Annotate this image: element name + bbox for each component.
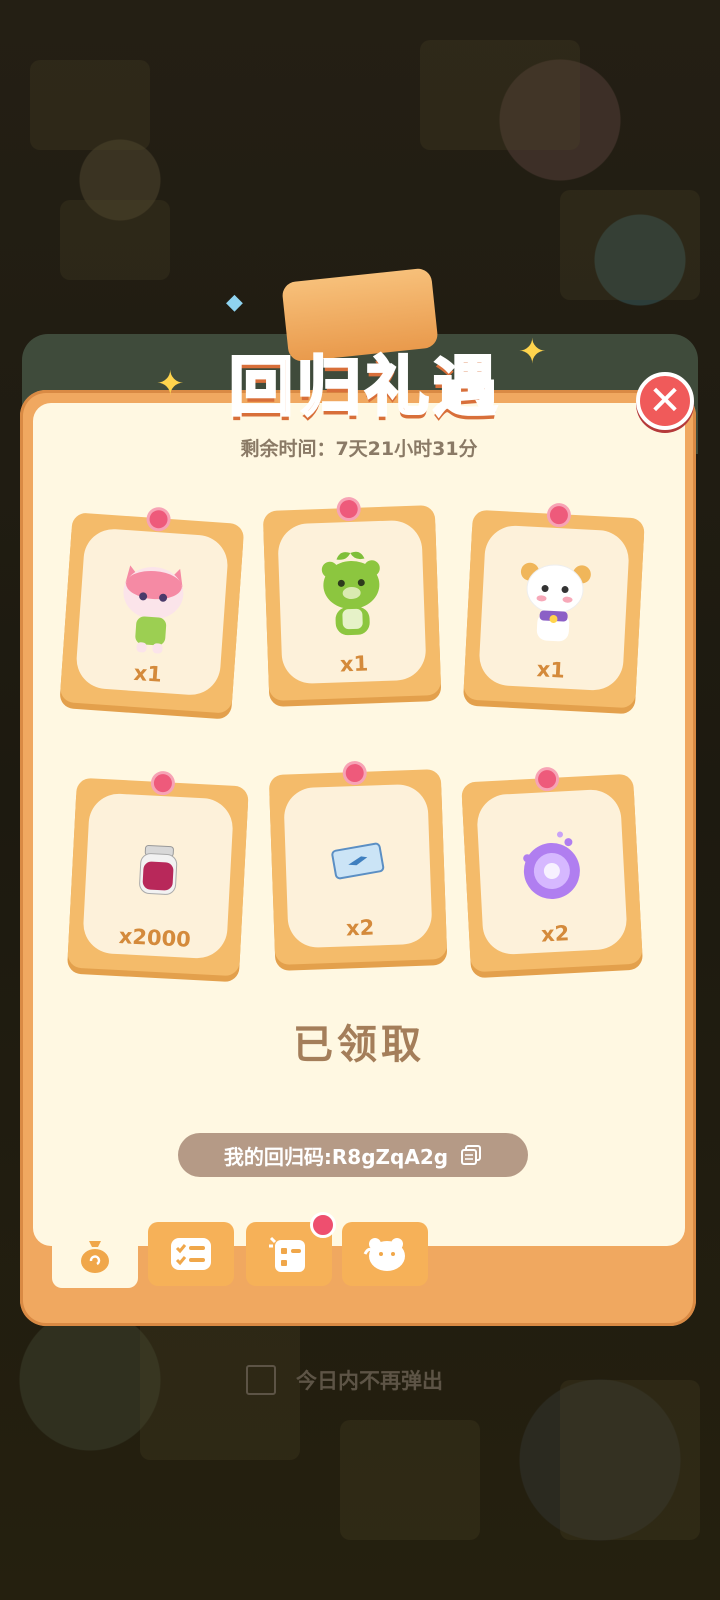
sparkle-icon: ✦ [518, 332, 547, 372]
reward-quantity: x2 [345, 915, 375, 941]
reward-card: x1 [262, 499, 442, 701]
pin-icon [537, 769, 557, 789]
tab-return-gift[interactable] [52, 1222, 138, 1288]
dont-show-label: 今日内不再弹出 [296, 1369, 443, 1393]
jam-jar-icon [135, 843, 182, 903]
reward-card: x2 [268, 763, 448, 965]
pin-icon [153, 773, 173, 793]
task-board-icon [269, 1236, 305, 1272]
claimed-status-button[interactable]: 已领取 [33, 1012, 685, 1070]
pink-cat-character [114, 555, 191, 664]
tab-tasks[interactable] [246, 1212, 336, 1286]
notification-badge [310, 1212, 336, 1238]
popup-title-banner: 回归礼遇 [200, 330, 530, 430]
blue-ticket-icon [329, 840, 387, 886]
remaining-time: 剩余时间：7天21小时31分 [240, 438, 478, 460]
popup-title: 回归礼遇 [228, 350, 501, 427]
reward-card: x1 [59, 509, 245, 714]
money-bag-icon [81, 1241, 109, 1273]
sparkle-icon: ✦ [156, 364, 185, 404]
reward-quantity: x1 [339, 651, 369, 677]
tab-checklist[interactable] [148, 1222, 234, 1286]
checklist-icon [171, 1238, 211, 1270]
white-sheep-character [512, 551, 597, 659]
tab-friends[interactable] [342, 1222, 428, 1286]
pin-icon [549, 505, 569, 525]
return-code-copy[interactable]: 我的回归码:R8gZqA2g [178, 1133, 528, 1177]
pin-icon [148, 509, 169, 529]
close-button[interactable]: ✕ [636, 372, 694, 430]
return-code-label: 我的回归码:R8gZqA2g [223, 1144, 449, 1169]
crystal-icon: ◆ [226, 290, 243, 315]
dont-show-today-toggle[interactable]: 今日内不再弹出 [246, 1365, 443, 1395]
pin-icon [339, 499, 359, 519]
checkbox[interactable] [246, 1365, 276, 1395]
pin-icon [345, 763, 365, 783]
green-sprout-bear-character [315, 546, 389, 652]
purple-crystal-orb-icon [510, 825, 594, 913]
bear-face-icon [363, 1238, 405, 1271]
reward-card: x2000 [67, 773, 249, 977]
reward-card: x2 [461, 769, 643, 973]
copy-icon[interactable] [460, 1144, 482, 1166]
reward-card: x1 [463, 505, 645, 709]
